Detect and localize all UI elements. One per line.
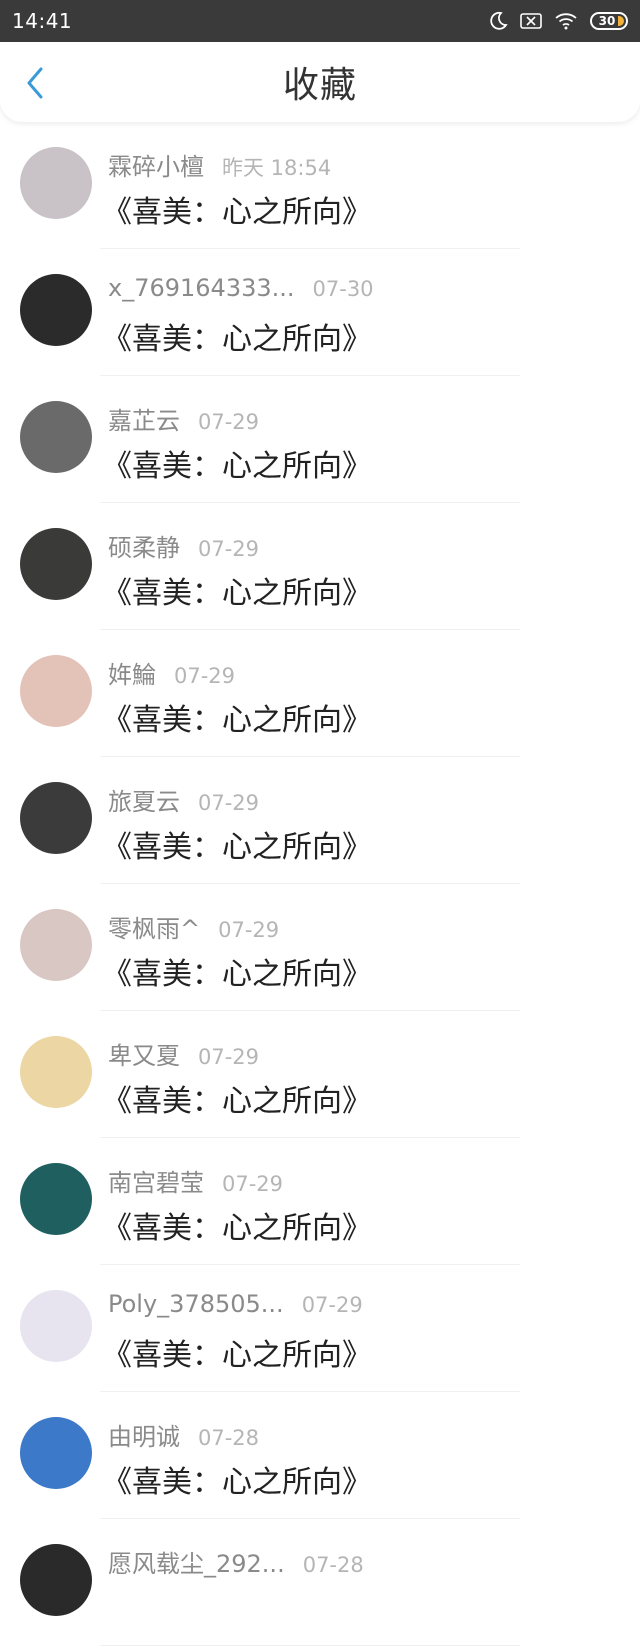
post-time: 07-29 xyxy=(301,1293,363,1317)
post-time: 07-29 xyxy=(218,918,280,942)
item-meta: 南宫碧莹 07-29 《喜美：心之所向》 xyxy=(102,1163,372,1247)
item-header: 卑又夏 07-29 xyxy=(108,1036,372,1070)
post-title[interactable]: 《喜美：心之所向》 xyxy=(102,695,372,739)
post-time: 07-29 xyxy=(222,1172,284,1196)
post-title[interactable]: 《喜美：心之所向》 xyxy=(102,568,372,612)
user-name[interactable]: Poly_378505... xyxy=(108,1290,284,1318)
post-time: 07-29 xyxy=(174,664,236,688)
avatar[interactable] xyxy=(20,1163,92,1235)
nav-bar: 收藏 xyxy=(0,42,640,122)
avatar[interactable] xyxy=(20,655,92,727)
battery-icon: 30 xyxy=(590,12,628,30)
user-name[interactable]: 由明诚 xyxy=(108,1417,180,1452)
user-name[interactable]: 姩鯩 xyxy=(108,655,156,690)
notification-icon xyxy=(520,12,542,30)
item-header: x_769164333... 07-30 xyxy=(108,274,374,308)
post-time: 07-29 xyxy=(198,1045,260,1069)
chevron-left-icon xyxy=(27,67,43,99)
status-time: 14:41 xyxy=(12,9,73,33)
post-title[interactable]: 《喜美：心之所向》 xyxy=(102,822,372,866)
user-name[interactable]: 霖碎小檀 xyxy=(108,147,204,182)
list-item[interactable]: 霖碎小檀 昨天 18:54 《喜美：心之所向》 xyxy=(0,122,640,249)
list-item[interactable]: 卑又夏 07-29 《喜美：心之所向》 xyxy=(0,1011,640,1138)
avatar[interactable] xyxy=(20,782,92,854)
item-header: 零枫雨^ 07-29 xyxy=(108,909,372,943)
user-name[interactable]: x_769164333... xyxy=(108,274,295,302)
list-item[interactable]: 南宫碧莹 07-29 《喜美：心之所向》 xyxy=(0,1138,640,1265)
item-meta: Poly_378505... 07-29 《喜美：心之所向》 xyxy=(102,1290,372,1374)
user-name[interactable]: 硕柔静 xyxy=(108,528,180,563)
list-item[interactable]: x_769164333... 07-30 《喜美：心之所向》 xyxy=(0,249,640,376)
post-time: 07-30 xyxy=(312,277,374,301)
status-icons: 30 xyxy=(488,11,628,31)
avatar[interactable] xyxy=(20,1036,92,1108)
item-header: Poly_378505... 07-29 xyxy=(108,1290,372,1324)
list-item[interactable]: Poly_378505... 07-29 《喜美：心之所向》 xyxy=(0,1265,640,1392)
item-header: 愿风载尘_292... 07-28 xyxy=(108,1544,364,1578)
wifi-icon xyxy=(554,12,578,30)
item-meta: 硕柔静 07-29 《喜美：心之所向》 xyxy=(102,528,372,612)
item-meta: 旅夏云 07-29 《喜美：心之所向》 xyxy=(102,782,372,866)
post-time: 07-29 xyxy=(198,537,260,561)
item-meta: x_769164333... 07-30 《喜美：心之所向》 xyxy=(102,274,374,358)
avatar[interactable] xyxy=(20,274,92,346)
post-title[interactable]: 《喜美：心之所向》 xyxy=(102,314,374,358)
item-meta: 姩鯩 07-29 《喜美：心之所向》 xyxy=(102,655,372,739)
post-title[interactable]: 《喜美：心之所向》 xyxy=(102,441,372,485)
list-item[interactable]: 旅夏云 07-29 《喜美：心之所向》 xyxy=(0,757,640,884)
item-header: 霖碎小檀 昨天 18:54 xyxy=(108,147,372,181)
item-header: 嘉芷云 07-29 xyxy=(108,401,372,435)
post-time: 07-28 xyxy=(302,1553,364,1577)
avatar[interactable] xyxy=(20,909,92,981)
list-item[interactable]: 硕柔静 07-29 《喜美：心之所向》 xyxy=(0,503,640,630)
post-title[interactable]: 《喜美：心之所向》 xyxy=(102,1330,372,1374)
item-header: 硕柔静 07-29 xyxy=(108,528,372,562)
list-item[interactable]: 姩鯩 07-29 《喜美：心之所向》 xyxy=(0,630,640,757)
item-meta: 零枫雨^ 07-29 《喜美：心之所向》 xyxy=(102,909,372,993)
user-name[interactable]: 嘉芷云 xyxy=(108,401,180,436)
status-bar: 14:41 30 xyxy=(0,0,640,42)
back-button[interactable] xyxy=(20,67,50,99)
post-time: 07-29 xyxy=(198,791,260,815)
moon-icon xyxy=(488,11,508,31)
user-name[interactable]: 零枫雨^ xyxy=(108,909,200,944)
avatar[interactable] xyxy=(20,528,92,600)
item-header: 南宫碧莹 07-29 xyxy=(108,1163,372,1197)
list-item[interactable]: 由明诚 07-28 《喜美：心之所向》 xyxy=(0,1392,640,1519)
user-name[interactable]: 南宫碧莹 xyxy=(108,1163,204,1198)
avatar[interactable] xyxy=(20,147,92,219)
item-header: 由明诚 07-28 xyxy=(108,1417,372,1451)
avatar[interactable] xyxy=(20,1290,92,1362)
favorites-list: 霖碎小檀 昨天 18:54 《喜美：心之所向》 x_769164333... 07-30… xyxy=(0,122,640,1646)
page-title: 收藏 xyxy=(282,65,357,106)
item-meta: 愿风载尘_292... 07-28 xyxy=(108,1544,364,1584)
item-meta: 由明诚 07-28 《喜美：心之所向》 xyxy=(102,1417,372,1501)
list-item[interactable]: 零枫雨^ 07-29 《喜美：心之所向》 xyxy=(0,884,640,1011)
user-name[interactable]: 卑又夏 xyxy=(108,1036,180,1071)
item-meta: 霖碎小檀 昨天 18:54 《喜美：心之所向》 xyxy=(102,147,372,231)
post-time: 07-29 xyxy=(198,410,260,434)
battery-level: 30 xyxy=(598,14,616,28)
list-item[interactable]: 嘉芷云 07-29 《喜美：心之所向》 xyxy=(0,376,640,503)
post-title[interactable]: 《喜美：心之所向》 xyxy=(102,1076,372,1120)
post-title[interactable]: 《喜美：心之所向》 xyxy=(102,1203,372,1247)
post-title[interactable]: 《喜美：心之所向》 xyxy=(102,187,372,231)
post-time: 07-28 xyxy=(198,1426,260,1450)
avatar[interactable] xyxy=(20,1544,92,1616)
item-header: 旅夏云 07-29 xyxy=(108,782,372,816)
post-time: 昨天 18:54 xyxy=(222,156,332,180)
avatar[interactable] xyxy=(20,1417,92,1489)
user-name[interactable]: 愿风载尘_292... xyxy=(108,1544,285,1579)
item-meta: 卑又夏 07-29 《喜美：心之所向》 xyxy=(102,1036,372,1120)
post-title[interactable]: 《喜美：心之所向》 xyxy=(102,949,372,993)
post-title[interactable]: 《喜美：心之所向》 xyxy=(102,1457,372,1501)
user-name[interactable]: 旅夏云 xyxy=(108,782,180,817)
item-meta: 嘉芷云 07-29 《喜美：心之所向》 xyxy=(102,401,372,485)
avatar[interactable] xyxy=(20,401,92,473)
list-item[interactable]: 愿风载尘_292... 07-28 xyxy=(0,1519,640,1646)
item-header: 姩鯩 07-29 xyxy=(108,655,372,689)
